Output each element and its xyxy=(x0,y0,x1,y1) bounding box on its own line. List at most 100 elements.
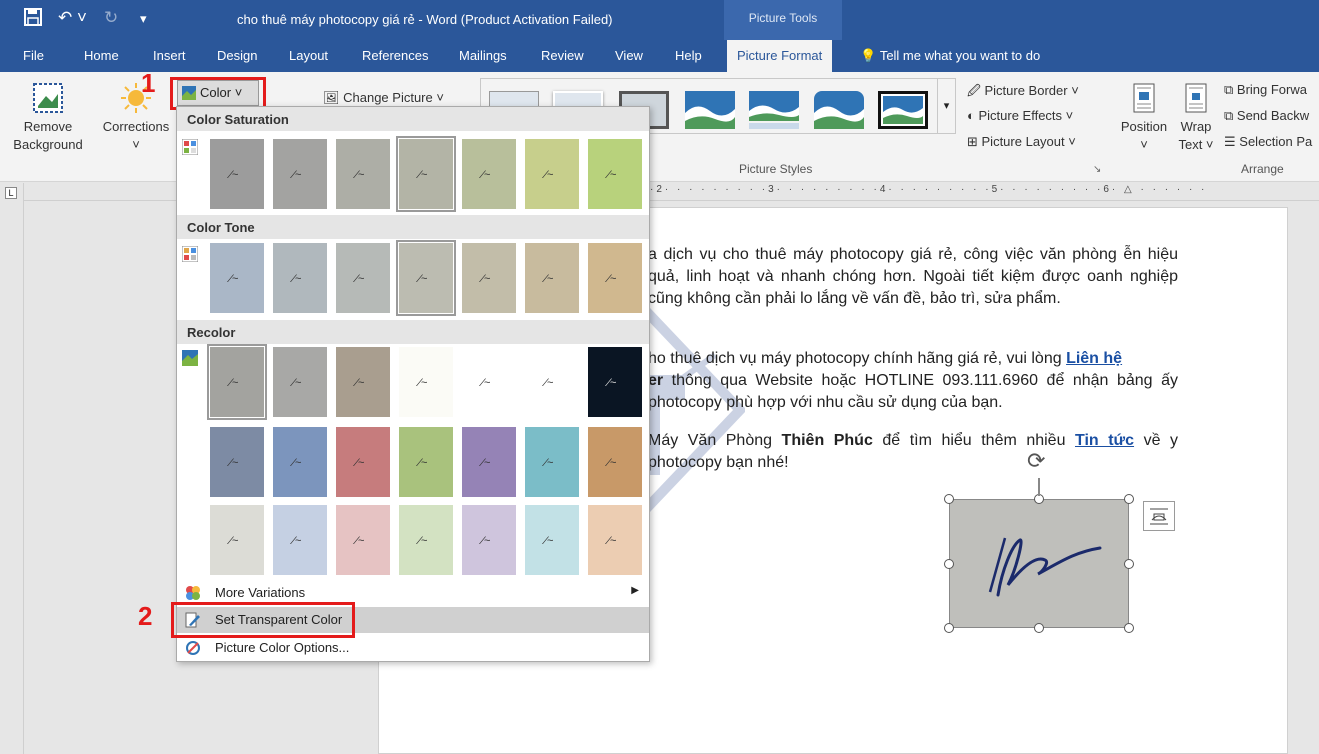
tone-option-7[interactable]: ⁄~ xyxy=(588,243,642,313)
picture-style-4[interactable] xyxy=(685,91,735,129)
picture-style-6[interactable] xyxy=(814,91,864,129)
paragraph-2: ho thuê dịch vụ máy photocopy chính hãng… xyxy=(648,348,1178,414)
saturation-option-4[interactable]: ⁄~ xyxy=(396,136,456,212)
resize-handle-s[interactable] xyxy=(1034,623,1044,633)
tab-help[interactable]: Help xyxy=(675,48,702,63)
tab-references[interactable]: References xyxy=(362,48,428,63)
recolor-row1-option-4[interactable]: ⁄~ xyxy=(399,347,453,417)
tab-home[interactable]: Home xyxy=(84,48,119,63)
tab-mailings[interactable]: Mailings xyxy=(459,48,507,63)
signature-scribble-icon: ⁄~ xyxy=(545,457,554,469)
color-dropdown-menu: Color Saturation Color Tone Recolor More… xyxy=(176,106,650,662)
recolor-row1-option-2[interactable]: ⁄~ xyxy=(273,347,327,417)
tone-option-4[interactable]: ⁄~ xyxy=(396,240,456,316)
recolor-row3-option-3[interactable]: ⁄~ xyxy=(336,505,390,575)
send-backward-icon: ⧉ xyxy=(1224,108,1237,123)
redo-icon[interactable]: ↻ xyxy=(104,8,118,28)
tell-me-box[interactable]: 💡 Tell me what you want to do xyxy=(860,48,1040,64)
change-picture-button[interactable]: 🖼 Change Picture ˅ xyxy=(323,90,444,106)
tab-layout[interactable]: Layout xyxy=(289,48,328,63)
recolor-row2-option-1[interactable]: ⁄~ xyxy=(210,427,264,497)
recolor-row1-option-1[interactable]: ⁄~ xyxy=(207,344,267,420)
recolor-row3-option-4[interactable]: ⁄~ xyxy=(399,505,453,575)
saturation-option-1[interactable]: ⁄~ xyxy=(210,139,264,209)
resize-handle-w[interactable] xyxy=(944,559,954,569)
recolor-row3-option-6[interactable]: ⁄~ xyxy=(525,505,579,575)
news-link[interactable]: Tin tức xyxy=(1075,432,1134,449)
tone-option-1[interactable]: ⁄~ xyxy=(210,243,264,313)
document-title: cho thuê máy photocopy giá rẻ - Word (Pr… xyxy=(237,12,613,27)
tab-selector-icon[interactable]: L xyxy=(5,187,17,199)
picture-color-options-item[interactable]: Picture Color Options... xyxy=(177,635,649,661)
bring-forward-button[interactable]: ⧉ Bring Forwa xyxy=(1224,82,1307,98)
saturation-option-2[interactable]: ⁄~ xyxy=(273,139,327,209)
save-icon[interactable] xyxy=(24,8,42,31)
saturation-option-6[interactable]: ⁄~ xyxy=(525,139,579,209)
recolor-row1-option-3[interactable]: ⁄~ xyxy=(336,347,390,417)
recolor-row3-option-5[interactable]: ⁄~ xyxy=(462,505,516,575)
remove-background-button[interactable]: Remove Background xyxy=(8,82,88,154)
picture-style-7[interactable] xyxy=(878,91,928,129)
selection-pane-button[interactable]: ☰ Selection Pa xyxy=(1224,134,1312,150)
corrections-button[interactable]: Corrections ˅ xyxy=(96,82,176,154)
send-backward-button[interactable]: ⧉ Send Backw xyxy=(1224,108,1309,124)
contact-link[interactable]: Liên hệ xyxy=(1066,350,1122,367)
signature-scribble-icon: ⁄~ xyxy=(482,535,491,547)
tab-view[interactable]: View xyxy=(615,48,643,63)
recolor-row2-option-7[interactable]: ⁄~ xyxy=(588,427,642,497)
recolor-row2-option-5[interactable]: ⁄~ xyxy=(462,427,516,497)
resize-handle-e[interactable] xyxy=(1124,559,1134,569)
recolor-row3-option-1[interactable]: ⁄~ xyxy=(210,505,264,575)
vertical-ruler[interactable]: L xyxy=(0,183,24,754)
signature-scribble-icon: ⁄~ xyxy=(293,535,302,547)
tone-option-5[interactable]: ⁄~ xyxy=(462,243,516,313)
tone-option-3[interactable]: ⁄~ xyxy=(336,243,390,313)
dialog-launcher-icon[interactable]: ↘ xyxy=(1093,164,1101,175)
picture-style-5[interactable] xyxy=(749,91,799,129)
corrections-label: Corrections xyxy=(102,119,170,134)
tab-design[interactable]: Design xyxy=(217,48,257,63)
rotate-handle-icon[interactable]: ⟳ xyxy=(1027,448,1045,474)
recolor-row3-option-7[interactable]: ⁄~ xyxy=(588,505,642,575)
picture-border-button[interactable]: 🖉 Picture Border ˅ xyxy=(967,82,1079,104)
layout-options-button[interactable] xyxy=(1143,501,1175,531)
recolor-row1-option-6[interactable]: ⁄~ xyxy=(525,347,579,417)
recolor-row2-option-2[interactable]: ⁄~ xyxy=(273,427,327,497)
picture-layout-button[interactable]: ⊞ Picture Layout ˅ xyxy=(967,134,1076,150)
bring-forward-label: Bring Forwa xyxy=(1236,82,1307,97)
tab-file[interactable]: File xyxy=(23,48,44,63)
tab-picture-format[interactable]: Picture Format xyxy=(727,40,833,72)
customize-qat-icon[interactable]: ▾ xyxy=(140,11,147,27)
wrap-text-button[interactable]: Wrap Text ˅ xyxy=(1172,82,1220,154)
recolor-row2-option-4[interactable]: ⁄~ xyxy=(399,427,453,497)
tone-option-2[interactable]: ⁄~ xyxy=(273,243,327,313)
picture-effects-button[interactable]: ◐ Picture Effects ˅ xyxy=(967,108,1073,123)
saturation-option-7[interactable]: ⁄~ xyxy=(588,139,642,209)
signature-scribble-icon xyxy=(988,537,1102,597)
position-button[interactable]: Position ˅ xyxy=(1114,82,1174,154)
recolor-row1-option-5[interactable]: ⁄~ xyxy=(462,347,516,417)
paragraph-3: Máy Văn Phòng Thiên Phúc để tìm hiểu thê… xyxy=(648,430,1178,474)
tone-option-6[interactable]: ⁄~ xyxy=(525,243,579,313)
gallery-more-button[interactable]: ▾ xyxy=(937,79,955,133)
pencil-icon: 🖉 xyxy=(967,83,985,98)
signature-image[interactable] xyxy=(949,499,1129,628)
ribbon-tabs: File Home Insert Design Layout Reference… xyxy=(0,40,1319,72)
recolor-row1-option-7[interactable]: ⁄~ xyxy=(588,347,642,417)
undo-icon[interactable]: ↶ ˅ xyxy=(58,8,87,28)
recolor-row2-option-3[interactable]: ⁄~ xyxy=(336,427,390,497)
signature-scribble-icon: ⁄~ xyxy=(419,273,428,285)
resize-handle-nw[interactable] xyxy=(944,494,954,504)
resize-handle-se[interactable] xyxy=(1124,623,1134,633)
send-backward-label: Send Backw xyxy=(1236,108,1310,123)
resize-handle-ne[interactable] xyxy=(1124,494,1134,504)
wrap-text-label-1: Wrap xyxy=(1180,119,1212,134)
tab-insert[interactable]: Insert xyxy=(153,48,186,63)
saturation-option-5[interactable]: ⁄~ xyxy=(462,139,516,209)
tab-review[interactable]: Review xyxy=(541,48,584,63)
signature-scribble-icon: ⁄~ xyxy=(293,273,302,285)
saturation-option-3[interactable]: ⁄~ xyxy=(336,139,390,209)
recolor-row3-option-2[interactable]: ⁄~ xyxy=(273,505,327,575)
recolor-row2-option-6[interactable]: ⁄~ xyxy=(525,427,579,497)
resize-handle-sw[interactable] xyxy=(944,623,954,633)
